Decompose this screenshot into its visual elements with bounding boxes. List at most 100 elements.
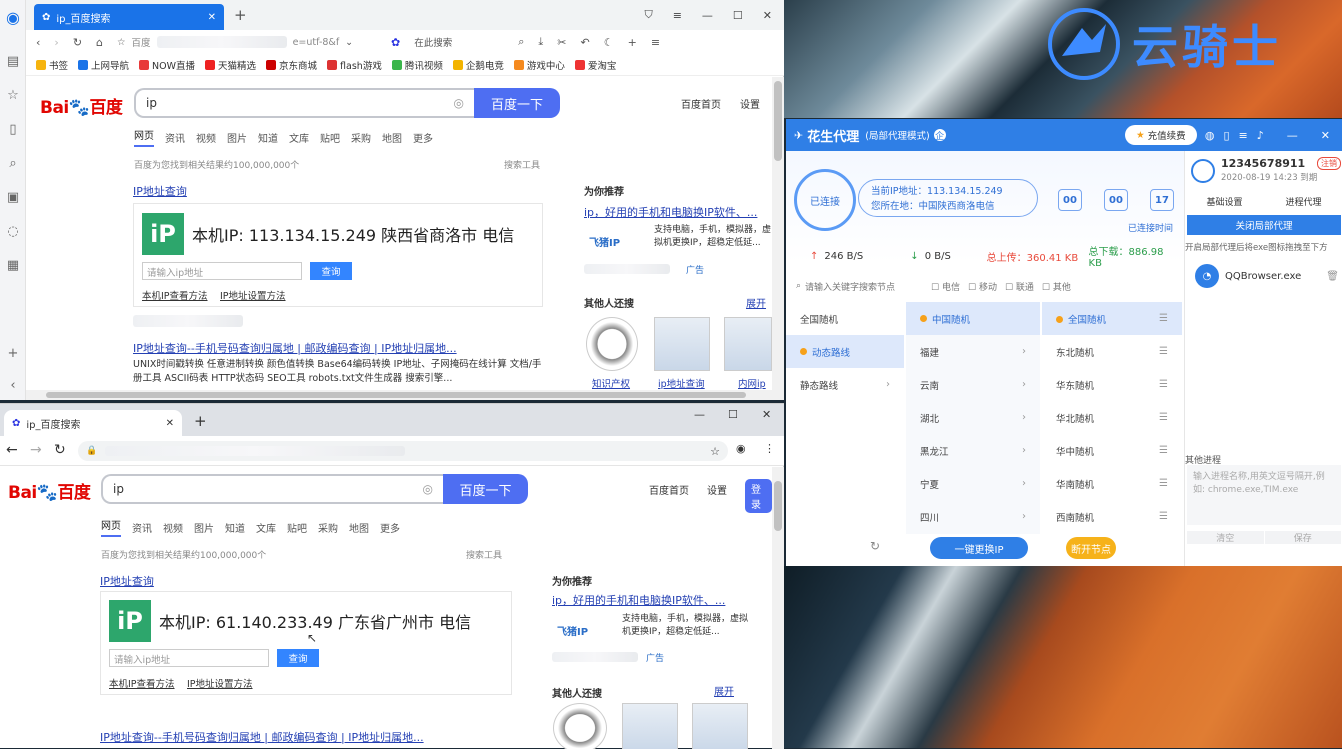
favorites-icon[interactable]: ☆ bbox=[0, 78, 26, 112]
back-icon[interactable]: ‹ bbox=[36, 36, 40, 49]
refresh-icon[interactable]: ↻ bbox=[870, 539, 880, 553]
node-item[interactable]: 华北随机 ☰ bbox=[1042, 401, 1182, 434]
tab-web[interactable]: 网页 bbox=[101, 517, 121, 537]
node-item[interactable]: 东北随机 ☰ bbox=[1042, 335, 1182, 368]
tab-video[interactable]: 视频 bbox=[163, 520, 183, 535]
bookmark-item[interactable]: 爱淘宝 bbox=[574, 58, 616, 72]
hamburger-icon[interactable]: ≡ bbox=[651, 36, 660, 49]
tab-process-proxy[interactable]: 进程代理 bbox=[1264, 195, 1342, 208]
address-bar[interactable]: ☆ 百度 e=utf-8&f ⌄ bbox=[117, 32, 377, 52]
camera-icon[interactable]: ◎ bbox=[423, 482, 433, 496]
close-icon[interactable]: ✕ bbox=[763, 9, 772, 22]
save-button[interactable]: 保存 bbox=[1264, 530, 1341, 544]
search-button[interactable]: 百度一下 bbox=[474, 88, 560, 118]
route-dynamic[interactable]: 动态路线 bbox=[786, 335, 904, 368]
thumb-lan-ip[interactable] bbox=[724, 317, 772, 371]
recharge-button[interactable]: ★ 充值续费 bbox=[1124, 125, 1197, 145]
qq-browser-logo-icon[interactable]: ◉ bbox=[0, 0, 26, 34]
bookmark-item[interactable]: 书签 bbox=[36, 58, 68, 72]
plus-icon[interactable]: + bbox=[628, 36, 637, 49]
node-item[interactable]: 西南随机 ☰ bbox=[1042, 500, 1182, 533]
search-icon[interactable]: ⌕ bbox=[0, 146, 26, 180]
tab-web[interactable]: 网页 bbox=[134, 127, 154, 147]
tab-zhidao[interactable]: 知道 bbox=[258, 130, 278, 145]
star-icon[interactable]: ☆ bbox=[117, 37, 126, 48]
route-national-random[interactable]: 全国随机 bbox=[786, 302, 904, 335]
forward-icon[interactable]: › bbox=[54, 36, 58, 49]
page-search-input[interactable]: 在此搜索 bbox=[414, 35, 504, 49]
chevron-down-icon[interactable]: ⌄ bbox=[345, 37, 353, 48]
thumb-ip-property[interactable] bbox=[586, 317, 638, 371]
reload-icon[interactable]: ↻ bbox=[73, 36, 82, 49]
mobile-icon[interactable]: ▯ bbox=[1223, 129, 1229, 142]
clear-button[interactable]: 清空 bbox=[1187, 530, 1264, 544]
logout-button[interactable]: 注销 bbox=[1317, 157, 1341, 170]
tab-more[interactable]: 更多 bbox=[413, 130, 433, 145]
bookmark-item[interactable]: 腾讯视频 bbox=[391, 58, 443, 72]
bookmark-item[interactable]: 天猫精选 bbox=[205, 58, 256, 72]
node-item[interactable]: 全国随机 ☰ bbox=[1042, 302, 1182, 335]
node-item[interactable]: 华东随机 ☰ bbox=[1042, 368, 1182, 401]
tab-purchase[interactable]: 采购 bbox=[318, 520, 338, 535]
expand-link[interactable]: 展开 bbox=[746, 295, 766, 310]
tab-images[interactable]: 图片 bbox=[194, 520, 214, 535]
settings-link[interactable]: 设置 bbox=[707, 482, 727, 497]
search-input[interactable]: ip ◎ bbox=[134, 88, 474, 118]
avatar[interactable] bbox=[1191, 159, 1215, 183]
home-icon[interactable]: ⌂ bbox=[96, 36, 103, 49]
disconnect-button[interactable]: 断开节点 bbox=[1066, 537, 1116, 559]
delete-icon[interactable]: 🗑 bbox=[1326, 271, 1339, 282]
search-input[interactable]: ip ◎ bbox=[101, 474, 443, 504]
vertical-scrollbar[interactable] bbox=[772, 77, 784, 390]
tab-news[interactable]: 资讯 bbox=[165, 130, 185, 145]
bookmark-item[interactable]: NOW直播 bbox=[139, 58, 195, 72]
recommend-title[interactable]: ip，好用的手机和电脑换IP软件、... bbox=[584, 204, 757, 220]
horizontal-scrollbar[interactable] bbox=[26, 390, 784, 400]
baidu-logo[interactable]: Bai🐾百度 bbox=[8, 478, 91, 503]
region-item[interactable]: 黑龙江 › bbox=[906, 434, 1040, 467]
tab-wenku[interactable]: 文库 bbox=[289, 130, 309, 145]
tab-tieba[interactable]: 贴吧 bbox=[287, 520, 307, 535]
vertical-scrollbar[interactable] bbox=[772, 467, 784, 749]
thumb-label-2[interactable]: ip地址查询 bbox=[658, 376, 705, 390]
camera-icon[interactable]: ◎ bbox=[454, 96, 464, 110]
result-title-ip-lookup[interactable]: IP地址查询--手机号码查询归属地 | 邮政编码查询 | IP地址归属地... bbox=[133, 340, 457, 356]
close-local-proxy-button[interactable]: 关闭局部代理 bbox=[1187, 215, 1341, 235]
ip-query-button[interactable]: 查询 bbox=[277, 649, 319, 667]
menu-icon[interactable]: ≡ bbox=[673, 9, 682, 22]
region-item[interactable]: 湖北 › bbox=[906, 401, 1040, 434]
thumb-lan-ip[interactable] bbox=[692, 703, 748, 749]
ip-view-method-link[interactable]: 本机IP查看方法 bbox=[142, 288, 208, 302]
more-icon[interactable]: ⋮ bbox=[764, 442, 775, 455]
new-tab-icon[interactable]: + bbox=[194, 412, 207, 430]
reload-icon[interactable]: ↻ bbox=[54, 442, 66, 458]
collapse-icon[interactable]: ‹ bbox=[0, 368, 26, 402]
tab-wenku[interactable]: 文库 bbox=[256, 520, 276, 535]
minimize-icon[interactable]: — bbox=[694, 408, 705, 421]
region-item[interactable]: 宁夏 › bbox=[906, 467, 1040, 500]
ip-setting-method-link[interactable]: IP地址设置方法 bbox=[187, 676, 253, 690]
night-mode-icon[interactable]: ☾ bbox=[604, 36, 614, 49]
back-icon[interactable]: ← bbox=[6, 442, 18, 458]
profile-icon[interactable]: ◉ bbox=[736, 442, 746, 455]
process-input[interactable]: 输入进程名称,用英文逗号隔开,例如: chrome.exe,TIM.exe bbox=[1187, 465, 1341, 525]
close-tab-icon[interactable]: ✕ bbox=[208, 12, 216, 23]
add-icon[interactable]: + bbox=[0, 336, 26, 370]
search-button[interactable]: 百度一下 bbox=[443, 474, 528, 504]
video-icon[interactable]: ▣ bbox=[0, 180, 26, 214]
tab-images[interactable]: 图片 bbox=[227, 130, 247, 145]
search-engine-icon[interactable]: ✿ bbox=[391, 36, 400, 49]
search-icon[interactable]: ⌕ bbox=[518, 35, 524, 49]
book-icon[interactable]: ▯ bbox=[0, 112, 26, 146]
chat-icon[interactable]: ◌ bbox=[0, 214, 26, 248]
region-item[interactable]: 福建 › bbox=[906, 335, 1040, 368]
bookmark-item[interactable]: flash游戏 bbox=[327, 58, 382, 72]
connection-status-circle[interactable]: 已连接 bbox=[794, 169, 856, 231]
ip-input[interactable]: 请输入ip地址 bbox=[142, 262, 302, 280]
filter-mobile[interactable]: ☐ 移动 bbox=[968, 280, 997, 293]
cut-icon[interactable]: ✂ bbox=[557, 36, 566, 49]
change-ip-button[interactable]: 一键更换IP bbox=[930, 537, 1028, 559]
expand-link[interactable]: 展开 bbox=[714, 683, 734, 698]
download-icon[interactable]: ⤓ bbox=[538, 35, 543, 49]
forward-icon[interactable]: → bbox=[30, 442, 42, 458]
